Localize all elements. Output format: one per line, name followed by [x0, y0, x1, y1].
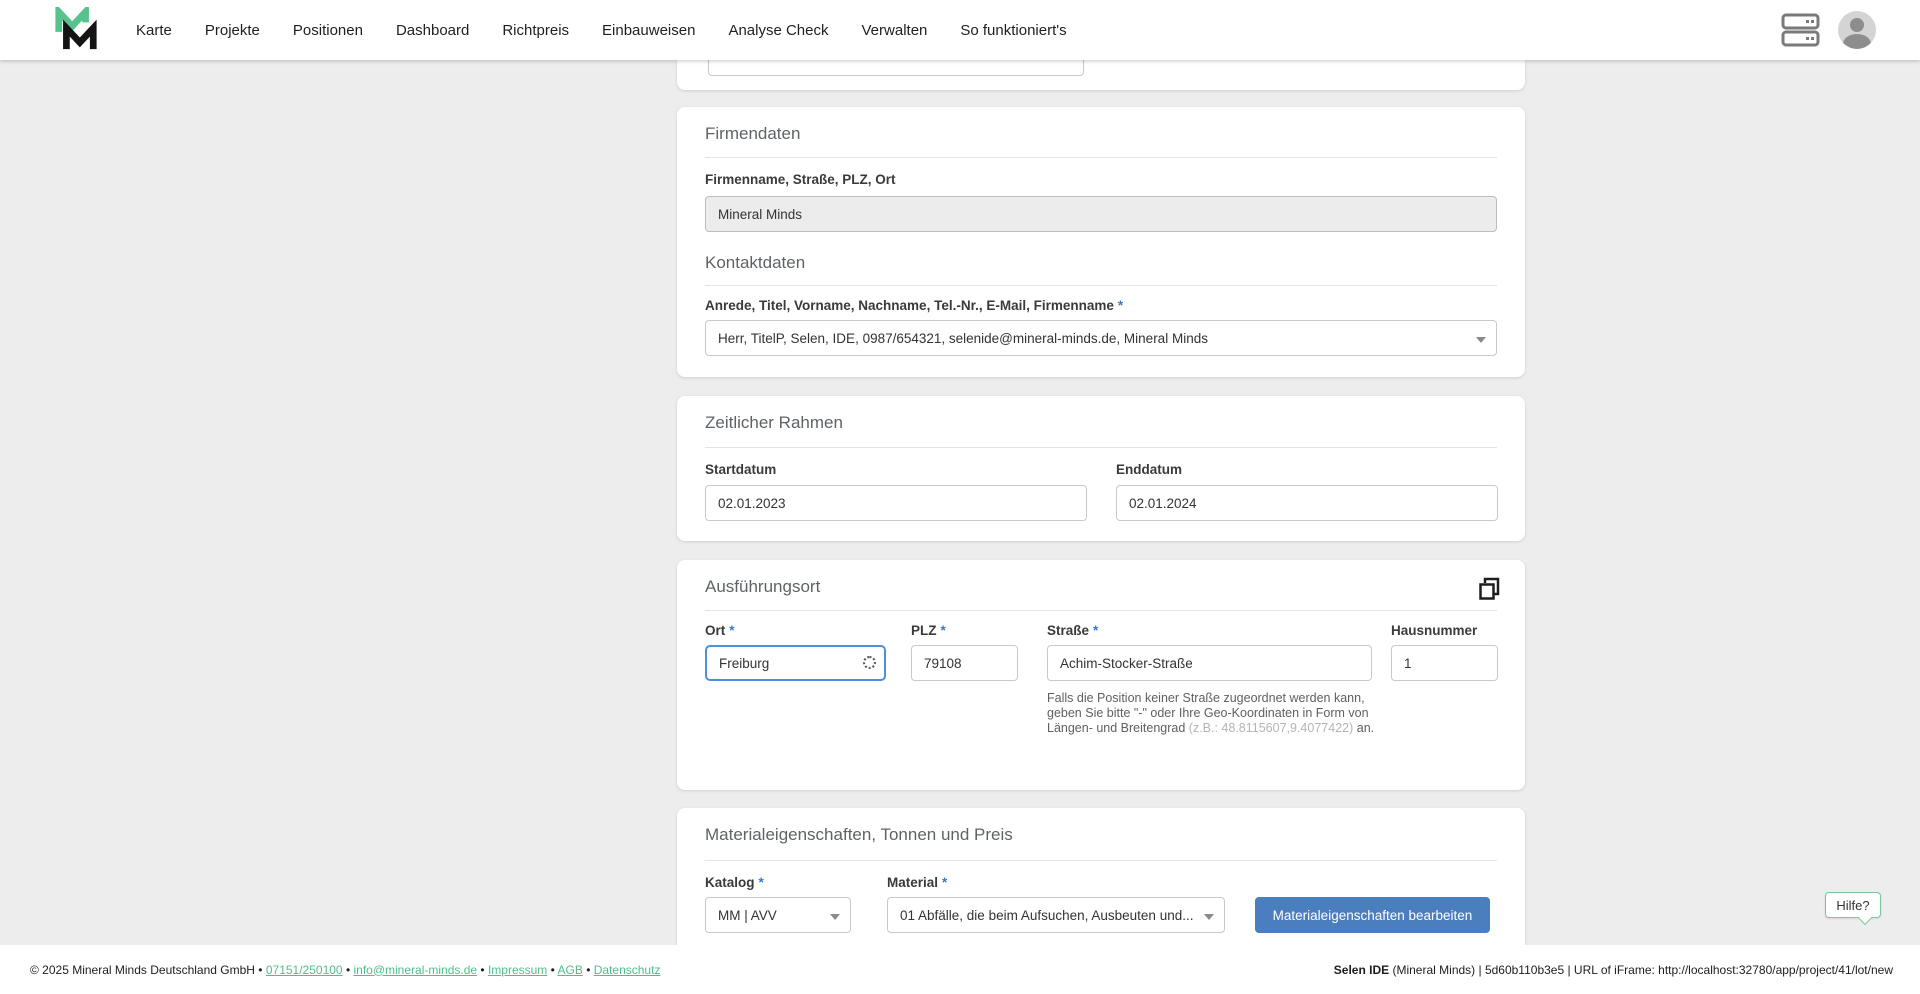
nav-item-richtpreis[interactable]: Richtpreis: [502, 22, 569, 39]
katalog-label: Katalog *: [705, 875, 764, 890]
material-title: Materialeigenschaften, Tonnen und Preis: [705, 825, 1013, 844]
enddatum-label: Enddatum: [1116, 462, 1182, 477]
server-icon[interactable]: [1780, 11, 1822, 49]
footer-separator: •: [480, 962, 485, 977]
kontakt-select-value: Herr, TitelP, Selen, IDE, 0987/654321, s…: [718, 330, 1208, 346]
katalog-select[interactable]: MM | AVV: [705, 897, 851, 933]
strasse-input[interactable]: [1047, 645, 1372, 681]
help-bubble[interactable]: Hilfe?: [1825, 892, 1881, 926]
required-asterisk: *: [729, 623, 735, 638]
ort-label-text: Ort: [705, 623, 726, 638]
kontakt-select[interactable]: Herr, TitelP, Selen, IDE, 0987/654321, s…: [705, 320, 1497, 356]
materialeigenschaften-bearbeiten-button[interactable]: Materialeigenschaften bearbeiten: [1255, 897, 1490, 933]
section-divider: [705, 610, 1497, 611]
strasse-help-text: Falls die Position keiner Straße zugeord…: [1047, 691, 1382, 736]
katalog-label-text: Katalog: [705, 875, 755, 890]
kontakt-label-text: Anrede, Titel, Vorname, Nachname, Tel.-N…: [705, 298, 1114, 313]
footer-iframe-info: (Mineral Minds) | 5d60b110b3e5 | URL of …: [1389, 962, 1893, 977]
footer-impressum-link[interactable]: Impressum: [488, 963, 547, 977]
startdatum-input[interactable]: [705, 485, 1087, 521]
hausnummer-label: Hausnummer: [1391, 623, 1478, 638]
nav-item-so-funktionierts[interactable]: So funktioniert's: [960, 22, 1066, 39]
footer-bar: © 2025 Mineral Minds Deutschland GmbH • …: [0, 945, 1920, 994]
card-top-partial: [677, 60, 1525, 90]
mineral-minds-logo-icon[interactable]: [52, 7, 100, 53]
nav-item-verwalten[interactable]: Verwalten: [862, 22, 928, 39]
nav-item-einbauweisen[interactable]: Einbauweisen: [602, 22, 695, 39]
nav-item-positionen[interactable]: Positionen: [293, 22, 363, 39]
footer-copyright: © 2025 Mineral Minds Deutschland GmbH: [30, 962, 255, 977]
required-asterisk: *: [940, 623, 946, 638]
footer-status-text: Selen IDE (Mineral Minds) | 5d60b110b3e5…: [1334, 963, 1893, 977]
nav-links: Karte Projekte Positionen Dashboard Rich…: [136, 22, 1067, 39]
top-navigation-bar: Karte Projekte Positionen Dashboard Rich…: [0, 0, 1920, 60]
plz-label: PLZ *: [911, 623, 946, 638]
nav-item-karte[interactable]: Karte: [136, 22, 172, 39]
chevron-down-icon: [830, 914, 840, 920]
footer-separator: •: [586, 962, 591, 977]
chevron-down-icon: [1476, 337, 1486, 343]
card-firmendaten-kontaktdaten: Firmendaten Firmenname, Straße, PLZ, Ort…: [677, 107, 1525, 377]
plz-label-text: PLZ: [911, 623, 937, 638]
strasse-label-text: Straße: [1047, 623, 1090, 638]
help-bubble-tail: [1857, 910, 1873, 926]
material-label: Material *: [887, 875, 947, 890]
footer-phone-link[interactable]: 07151/250100: [266, 963, 343, 977]
firmendaten-title: Firmendaten: [705, 124, 801, 143]
required-asterisk: *: [942, 875, 948, 890]
ort-input[interactable]: [705, 645, 886, 681]
section-divider: [705, 285, 1497, 286]
firmenname-label: Firmenname, Straße, PLZ, Ort: [705, 172, 896, 187]
card-ausfuehrungsort: Ausführungsort Ort* PLZ* Straße* Falls d…: [677, 560, 1525, 790]
footer-ide-name: Selen IDE: [1333, 962, 1390, 977]
nav-item-analyse-check[interactable]: Analyse Check: [728, 22, 828, 39]
footer-email-link[interactable]: info@mineral-minds.de: [353, 963, 477, 977]
katalog-select-value: MM | AVV: [718, 907, 777, 923]
nav-item-projekte[interactable]: Projekte: [205, 22, 260, 39]
partial-input-bottom[interactable]: [708, 60, 1084, 76]
chevron-down-icon: [1204, 914, 1214, 920]
card-zeitlicher-rahmen: Zeitlicher Rahmen Startdatum Enddatum: [677, 396, 1525, 541]
ausfuehrungsort-title: Ausführungsort: [705, 577, 821, 596]
footer-separator: •: [258, 962, 263, 977]
avatar-body-shape: [1843, 34, 1871, 49]
section-divider: [705, 157, 1497, 158]
user-avatar[interactable]: [1838, 11, 1876, 49]
required-asterisk: *: [758, 875, 764, 890]
hausnummer-input[interactable]: [1391, 645, 1498, 681]
loading-spinner-icon: [863, 656, 876, 669]
kontaktdaten-title: Kontaktdaten: [705, 253, 806, 272]
ort-label: Ort *: [705, 623, 735, 638]
kontakt-label: Anrede, Titel, Vorname, Nachname, Tel.-N…: [705, 298, 1123, 313]
section-divider: [705, 860, 1497, 861]
strasse-help-example: (z.B.: 48.8115607,9.4077422): [1188, 721, 1354, 735]
footer-datenschutz-link[interactable]: Datenschutz: [594, 963, 661, 977]
startdatum-label: Startdatum: [705, 462, 777, 477]
footer-separator: •: [550, 962, 555, 977]
material-label-text: Material: [887, 875, 939, 890]
firmenname-input[interactable]: [705, 196, 1497, 232]
plz-input[interactable]: [911, 645, 1018, 681]
section-divider: [705, 447, 1497, 448]
enddatum-input[interactable]: [1116, 485, 1498, 521]
strasse-label: Straße *: [1047, 623, 1098, 638]
zeitlicher-rahmen-title: Zeitlicher Rahmen: [705, 413, 843, 432]
avatar-head-shape: [1850, 18, 1864, 32]
required-asterisk: *: [1093, 623, 1099, 638]
footer-separator: •: [345, 962, 351, 977]
nav-item-dashboard[interactable]: Dashboard: [396, 22, 469, 39]
required-asterisk: *: [1117, 298, 1124, 313]
material-select-value: 01 Abfälle, die beim Aufsuchen, Ausbeute…: [900, 907, 1194, 923]
footer-agb-link[interactable]: AGB: [558, 963, 583, 977]
material-select[interactable]: 01 Abfälle, die beim Aufsuchen, Ausbeute…: [887, 897, 1225, 933]
footer-left: © 2025 Mineral Minds Deutschland GmbH • …: [30, 963, 660, 977]
copy-icon[interactable]: [1477, 577, 1501, 601]
nav-right-icons: [1780, 11, 1876, 49]
ort-field-wrap: [705, 645, 886, 681]
strasse-help-part2: an.: [1353, 721, 1375, 735]
